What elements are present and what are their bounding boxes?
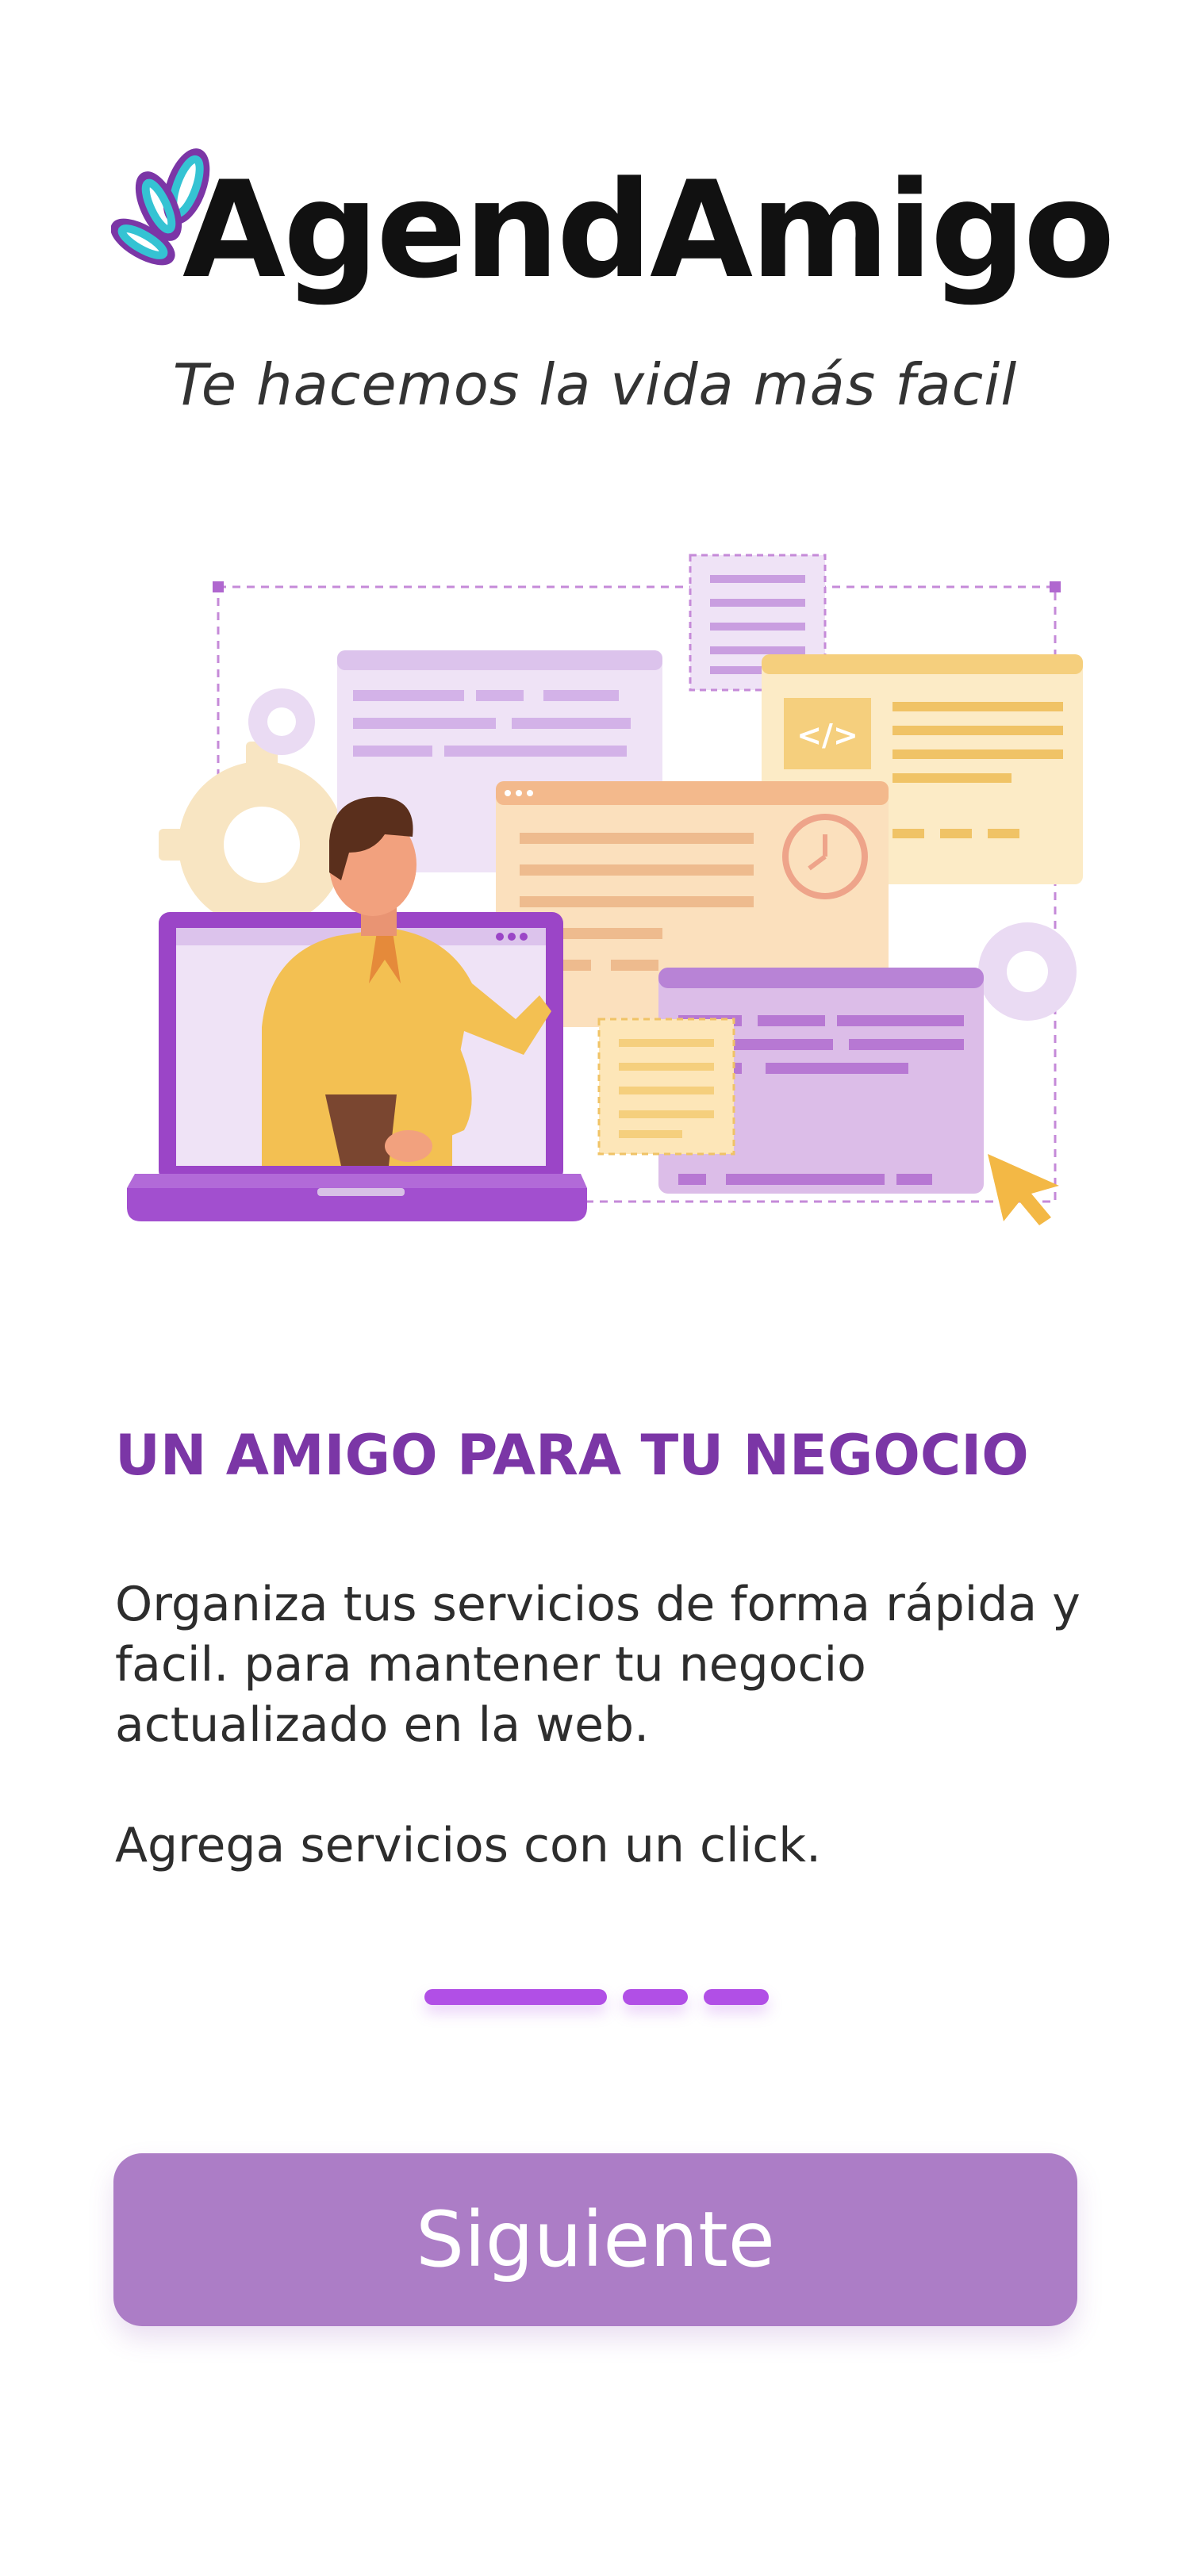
page-indicator [0, 1989, 1190, 2008]
next-button[interactable]: Siguiente [113, 2153, 1077, 2326]
app-name: AgendAmigo [182, 152, 1115, 308]
onboarding-description: Organiza tus servicios de forma rápida y… [115, 1574, 1099, 1876]
tagline: Te hacemos la vida más facil [172, 351, 1018, 418]
gear-icon [248, 688, 315, 755]
code-icon: </> [797, 718, 858, 753]
app-logo: AgendAmigo [111, 143, 1115, 349]
onboarding-title: UN AMIGO PARA TU NEGOCIO [115, 1423, 1029, 1488]
gear-icon [978, 922, 1077, 1021]
page-indicator-dot[interactable] [623, 1989, 688, 2005]
page-indicator-active [424, 1989, 607, 2005]
page-indicator-dot[interactable] [704, 1989, 769, 2005]
cursor-icon [988, 1154, 1059, 1225]
onboarding-paragraph: Agrega servicios con un click. [115, 1818, 822, 1873]
onboarding-paragraph: Organiza tus servicios de forma rápida y… [115, 1577, 1081, 1753]
web-developer-illustration: </> [127, 554, 1083, 1225]
